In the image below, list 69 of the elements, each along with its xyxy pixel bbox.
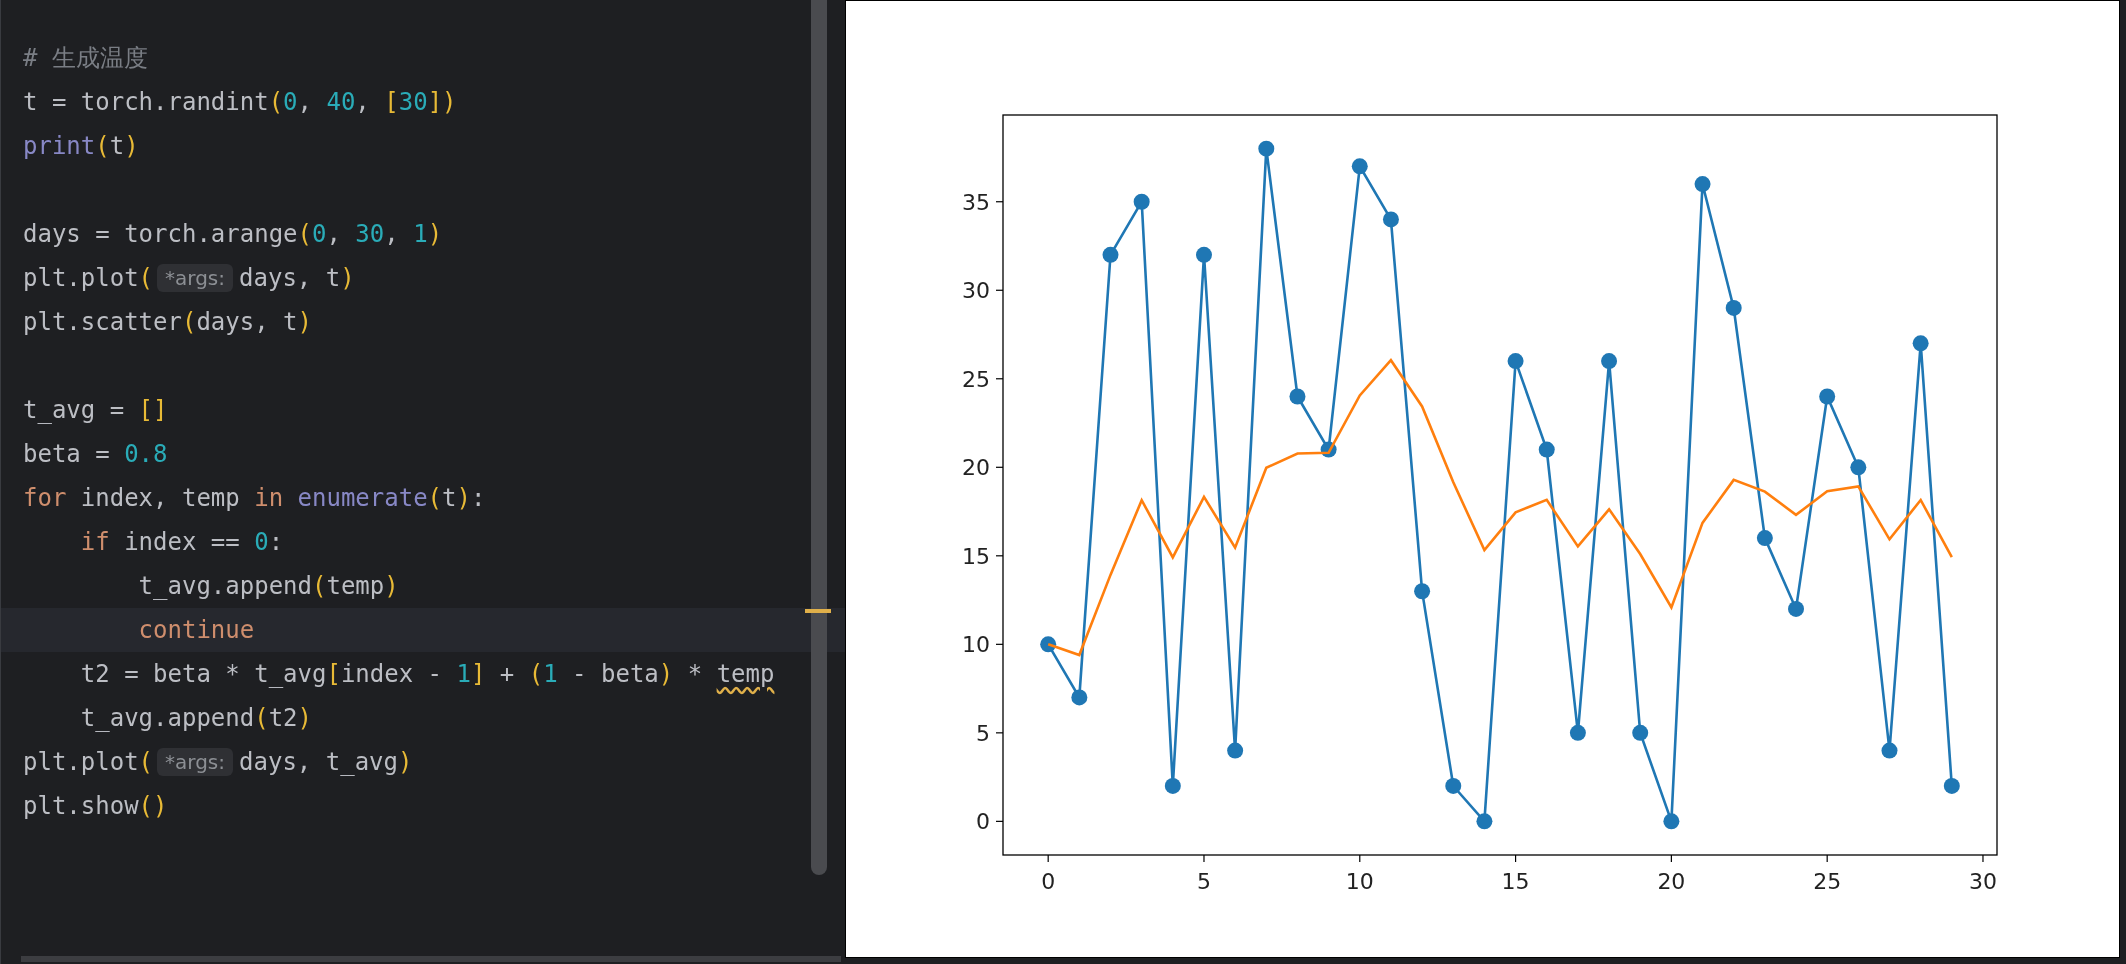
tick-label: 15 — [962, 543, 990, 569]
data-point — [1663, 813, 1680, 830]
code-editor[interactable] — [0, 0, 845, 964]
code-text: t_avg.append(t2) — [79, 704, 312, 732]
data-point — [1164, 777, 1181, 794]
tick-label: 25 — [1813, 869, 1842, 894]
data-point — [1694, 176, 1711, 193]
tick-label: 5 — [976, 720, 990, 746]
data-point — [1414, 583, 1431, 600]
code-text: days = torch.arange(0, 30, 1) — [23, 220, 443, 248]
data-point — [1227, 742, 1244, 759]
code-text: plt.scatter(days, t) — [23, 308, 312, 336]
code-text: continue — [137, 616, 255, 644]
tick-label: 15 — [1501, 869, 1530, 894]
data-point — [1476, 813, 1493, 830]
code-text: t_avg.append(temp) — [137, 572, 399, 600]
vertical-scrollbar[interactable] — [811, 0, 827, 875]
data-point — [1071, 689, 1088, 706]
data-point — [1819, 388, 1836, 405]
code-text: plt.plot( — [23, 264, 154, 292]
data-point — [1102, 246, 1119, 263]
data-point — [1632, 724, 1649, 741]
data-point — [1382, 211, 1399, 228]
parameter-hint: *args: — [157, 264, 234, 292]
data-point — [1258, 140, 1275, 157]
code-text: t2 = beta * t_avg[index - 1] + (1 - beta) * temp — [79, 660, 775, 688]
tick-label: 10 — [1345, 869, 1374, 894]
tick-label: 30 — [1969, 869, 1997, 894]
code-text: print(t) — [23, 132, 139, 160]
tick-label: 35 — [962, 189, 990, 215]
horizontal-scrollbar[interactable] — [21, 956, 841, 962]
data-point — [1725, 299, 1742, 316]
data-point — [1133, 193, 1150, 210]
code-text: days, t) — [239, 264, 355, 292]
data-point — [1040, 636, 1057, 653]
code-text: beta = 0.8 — [23, 440, 168, 468]
data-point — [1538, 441, 1555, 458]
data-point — [1196, 246, 1212, 263]
tick-label: 5 — [1197, 869, 1211, 894]
tick-label: 0 — [976, 809, 990, 835]
data-point — [1569, 724, 1586, 741]
tick-label: 20 — [962, 455, 990, 481]
data-point — [1289, 388, 1306, 405]
tick-label: 20 — [1657, 869, 1686, 894]
code-text: for index, temp in enumerate(t): — [23, 484, 486, 512]
code-text: plt.show() — [23, 792, 168, 820]
code-text: # 生成温度 — [23, 43, 148, 74]
data-point — [1912, 335, 1929, 352]
data-point — [1507, 353, 1524, 370]
code-text: plt.plot( — [23, 748, 154, 776]
data-point — [1601, 353, 1618, 370]
tick-label: 0 — [1041, 869, 1056, 894]
data-point — [1881, 742, 1898, 759]
parameter-hint: *args: — [157, 748, 234, 776]
code-text: t_avg = [] — [23, 396, 168, 424]
tick-label: 25 — [962, 366, 990, 392]
data-point — [1320, 441, 1337, 458]
data-point — [1850, 459, 1867, 476]
code-text: if index == 0: — [79, 528, 284, 556]
data-point — [1351, 158, 1368, 175]
tick-label: 10 — [962, 632, 990, 658]
code-text: days, t_avg) — [239, 748, 413, 776]
code-text: t = torch.randint(0, 40, [30]) — [23, 88, 457, 116]
warning-marker — [805, 609, 831, 613]
data-point — [1445, 777, 1462, 794]
data-point — [1943, 777, 1960, 794]
data-point — [1788, 600, 1804, 617]
data-point — [1756, 530, 1773, 547]
tick-label: 30 — [962, 278, 990, 304]
